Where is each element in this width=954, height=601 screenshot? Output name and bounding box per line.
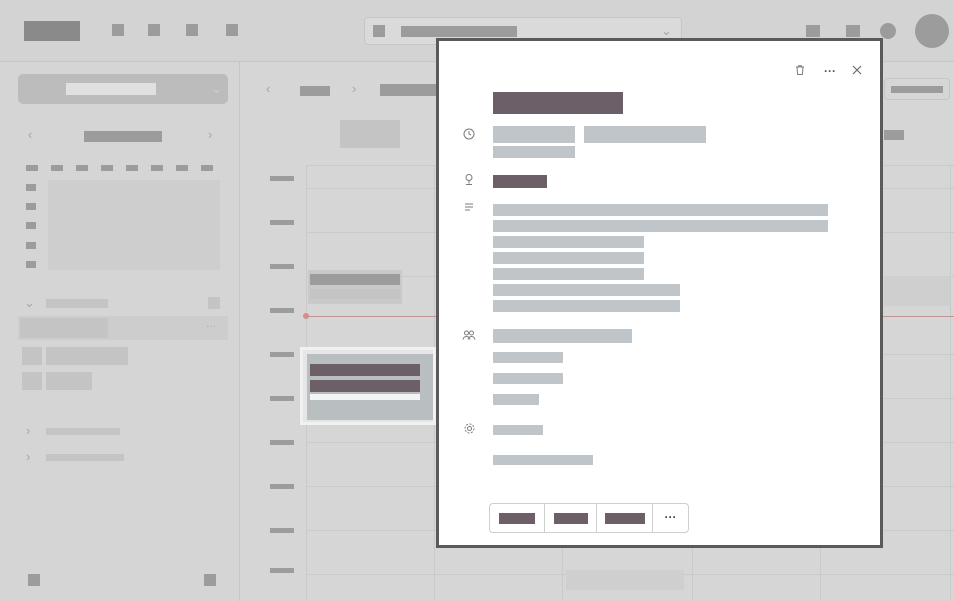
chevron-right-icon[interactable]: › — [352, 82, 356, 95]
toolbar-icon[interactable] — [226, 24, 238, 36]
date-range-title — [380, 84, 436, 96]
chevron-left-icon[interactable]: ‹ — [28, 128, 32, 141]
attendee-name[interactable] — [493, 352, 563, 363]
add-icon[interactable] — [208, 297, 220, 309]
notes-icon — [462, 201, 476, 215]
today-button[interactable] — [300, 86, 330, 96]
people-icon — [462, 329, 476, 343]
calendar-event[interactable] — [308, 270, 402, 304]
hour-label — [270, 528, 294, 533]
week-number — [26, 222, 36, 229]
rsvp-option-button[interactable] — [597, 504, 653, 532]
week-number — [26, 242, 36, 249]
rsvp-option-button[interactable] — [490, 504, 545, 532]
chevron-down-icon[interactable]: ⌄ — [24, 296, 35, 309]
calendar-event[interactable] — [884, 276, 950, 306]
more-icon[interactable]: ··· — [206, 320, 216, 333]
footer-icon[interactable] — [204, 574, 216, 586]
calendar-group-label — [46, 428, 120, 435]
description-line — [493, 220, 828, 232]
description-line — [493, 268, 644, 280]
event-title-line — [310, 364, 420, 376]
event-start-time — [493, 126, 575, 143]
chevron-left-icon[interactable]: ‹ — [266, 82, 270, 95]
event-title-line — [310, 380, 420, 392]
description-line — [493, 300, 680, 312]
week-number — [26, 203, 36, 210]
event-body — [307, 354, 433, 420]
day-header[interactable] — [340, 120, 400, 148]
description-line — [493, 284, 680, 296]
event-setting — [493, 425, 543, 435]
view-switcher[interactable] — [884, 78, 950, 100]
event-end-time — [584, 126, 706, 143]
mini-month-title — [84, 131, 162, 142]
attendee-name[interactable] — [493, 394, 539, 405]
calendar-event[interactable] — [566, 570, 684, 590]
help-icon[interactable] — [880, 23, 896, 39]
description-line — [493, 252, 644, 264]
description-line — [493, 204, 828, 216]
current-time-dot — [303, 313, 309, 319]
calendar-item-selected[interactable]: ··· — [18, 316, 228, 340]
toolbar-icon[interactable] — [186, 24, 198, 36]
mini-month-grid[interactable] — [48, 180, 220, 270]
event-title — [493, 92, 623, 114]
hour-label — [270, 440, 294, 445]
rsvp-button-group: ··· — [489, 503, 689, 533]
calendar-group-label — [46, 454, 124, 461]
search-placeholder — [401, 26, 517, 37]
chevron-right-icon[interactable]: › — [26, 424, 30, 437]
description-line — [493, 236, 644, 248]
chevron-right-icon[interactable]: › — [208, 128, 212, 141]
event-details-popup: ··· ··· — [436, 38, 883, 548]
attendee-name[interactable] — [493, 373, 563, 384]
footer-icon[interactable] — [28, 574, 40, 586]
event-location[interactable] — [493, 175, 547, 188]
hour-label — [270, 568, 294, 573]
hour-label — [270, 308, 294, 313]
calendar-item[interactable] — [46, 347, 128, 365]
selected-event-card[interactable] — [300, 347, 436, 425]
chevron-right-icon[interactable]: › — [26, 450, 30, 463]
chevron-down-icon: ⌄ — [661, 23, 672, 38]
close-icon[interactable] — [850, 64, 864, 78]
sidebar: ⌄ ‹ › ⌄ ··· › › — [0, 62, 240, 601]
app-logo — [24, 21, 80, 41]
week-number — [26, 184, 36, 191]
header-icon[interactable] — [806, 25, 820, 37]
calendar-item[interactable] — [46, 372, 92, 390]
search-icon — [373, 25, 385, 37]
hour-label — [270, 176, 294, 181]
toolbar-icon[interactable] — [112, 24, 124, 36]
event-setting-secondary — [493, 455, 593, 465]
avatar[interactable] — [915, 14, 949, 48]
toolbar-icon[interactable] — [148, 24, 160, 36]
hour-label — [270, 352, 294, 357]
calendar-color-swatch[interactable] — [22, 347, 42, 365]
trash-icon[interactable] — [793, 64, 807, 78]
new-event-button[interactable]: ⌄ — [18, 74, 228, 104]
hour-label — [270, 264, 294, 269]
header-icon[interactable] — [846, 25, 860, 37]
hour-label — [270, 396, 294, 401]
gear-icon — [462, 422, 476, 436]
calendar-group-label — [46, 299, 108, 308]
day-header[interactable] — [884, 130, 904, 140]
more-icon[interactable]: ··· — [823, 64, 837, 78]
rsvp-option-button[interactable] — [545, 504, 597, 532]
location-pin-icon — [462, 173, 476, 187]
day-column-line — [950, 165, 951, 601]
week-number — [26, 261, 36, 268]
more-icon[interactable]: ··· — [653, 504, 688, 532]
clock-icon — [462, 128, 476, 142]
hour-label — [270, 220, 294, 225]
hour-label — [270, 484, 294, 489]
calendar-color-swatch[interactable] — [22, 372, 42, 390]
attendees-summary — [493, 329, 632, 343]
chevron-down-icon: ⌄ — [211, 81, 222, 96]
event-recurrence — [493, 146, 575, 158]
event-time-line — [310, 394, 420, 400]
mini-month-weekdays — [26, 165, 216, 171]
